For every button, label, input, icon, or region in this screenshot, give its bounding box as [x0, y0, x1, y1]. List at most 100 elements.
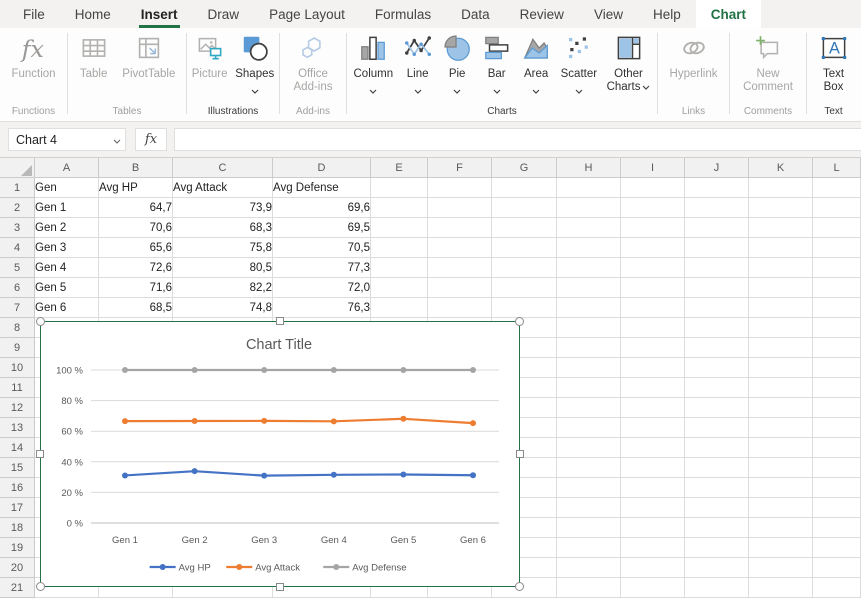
column-header-I[interactable]: I — [621, 158, 685, 178]
cell-I7[interactable] — [621, 298, 685, 318]
data-point-marker[interactable] — [400, 416, 406, 422]
cell-H15[interactable] — [557, 458, 621, 478]
tab-draw[interactable]: Draw — [193, 0, 255, 28]
cell-A2[interactable]: Gen 1 — [35, 198, 99, 218]
cell-I6[interactable] — [621, 278, 685, 298]
cell-G4[interactable] — [492, 238, 557, 258]
cell-K4[interactable] — [749, 238, 813, 258]
cell-F4[interactable] — [428, 238, 492, 258]
tab-view[interactable]: View — [579, 0, 638, 28]
cell-I2[interactable] — [621, 198, 685, 218]
row-header-10[interactable]: 10 — [0, 358, 35, 378]
row-header-3[interactable]: 3 — [0, 218, 35, 238]
cell-L3[interactable] — [813, 218, 861, 238]
column-header-E[interactable]: E — [371, 158, 428, 178]
data-point-marker[interactable] — [331, 472, 337, 478]
cell-J8[interactable] — [685, 318, 749, 338]
data-point-marker[interactable] — [122, 367, 128, 373]
cell-D1[interactable]: Avg Defense — [273, 178, 371, 198]
cell-H7[interactable] — [557, 298, 621, 318]
cell-L18[interactable] — [813, 518, 861, 538]
cell-L4[interactable] — [813, 238, 861, 258]
cell-K2[interactable] — [749, 198, 813, 218]
cell-I16[interactable] — [621, 478, 685, 498]
cell-I10[interactable] — [621, 358, 685, 378]
cell-L12[interactable] — [813, 398, 861, 418]
cell-C2[interactable]: 73,9 — [173, 198, 273, 218]
row-header-5[interactable]: 5 — [0, 258, 35, 278]
cell-L20[interactable] — [813, 558, 861, 578]
cell-E3[interactable] — [371, 218, 428, 238]
cell-G2[interactable] — [492, 198, 557, 218]
cell-E4[interactable] — [371, 238, 428, 258]
chart-resize-handle-middle-right[interactable] — [516, 450, 524, 458]
column-header-H[interactable]: H — [557, 158, 621, 178]
column-header-A[interactable]: A — [35, 158, 99, 178]
other-charts-button[interactable]: OtherCharts — [604, 32, 654, 95]
cell-H20[interactable] — [557, 558, 621, 578]
row-header-19[interactable]: 19 — [0, 538, 35, 558]
cell-K16[interactable] — [749, 478, 813, 498]
cell-A6[interactable]: Gen 5 — [35, 278, 99, 298]
cell-L8[interactable] — [813, 318, 861, 338]
cell-H10[interactable] — [557, 358, 621, 378]
column-header-F[interactable]: F — [428, 158, 492, 178]
cell-D4[interactable]: 70,5 — [273, 238, 371, 258]
cell-A4[interactable]: Gen 3 — [35, 238, 99, 258]
cell-H6[interactable] — [557, 278, 621, 298]
data-point-marker[interactable] — [261, 418, 267, 424]
cell-I3[interactable] — [621, 218, 685, 238]
cell-J11[interactable] — [685, 378, 749, 398]
cell-J3[interactable] — [685, 218, 749, 238]
cell-L15[interactable] — [813, 458, 861, 478]
cell-H1[interactable] — [557, 178, 621, 198]
column-header-C[interactable]: C — [173, 158, 273, 178]
column-header-B[interactable]: B — [99, 158, 173, 178]
cell-I4[interactable] — [621, 238, 685, 258]
cell-B6[interactable]: 71,6 — [99, 278, 173, 298]
cell-H11[interactable] — [557, 378, 621, 398]
cell-D7[interactable]: 76,3 — [273, 298, 371, 318]
cell-I15[interactable] — [621, 458, 685, 478]
cell-J19[interactable] — [685, 538, 749, 558]
select-all-corner[interactable] — [0, 158, 35, 178]
cell-C3[interactable]: 68,3 — [173, 218, 273, 238]
data-point-marker[interactable] — [192, 418, 198, 424]
cell-A5[interactable]: Gen 4 — [35, 258, 99, 278]
cell-K13[interactable] — [749, 418, 813, 438]
cell-J18[interactable] — [685, 518, 749, 538]
line-button[interactable]: Line — [400, 32, 436, 100]
cell-K14[interactable] — [749, 438, 813, 458]
chart-title[interactable]: Chart Title — [246, 337, 312, 353]
data-point-marker[interactable] — [122, 472, 128, 478]
row-header-21[interactable]: 21 — [0, 578, 35, 598]
cell-K1[interactable] — [749, 178, 813, 198]
row-header-2[interactable]: 2 — [0, 198, 35, 218]
tab-page-layout[interactable]: Page Layout — [254, 0, 360, 28]
tab-insert[interactable]: Insert — [126, 0, 193, 28]
column-header-K[interactable]: K — [749, 158, 813, 178]
cell-H4[interactable] — [557, 238, 621, 258]
cell-K11[interactable] — [749, 378, 813, 398]
cell-I12[interactable] — [621, 398, 685, 418]
cell-A7[interactable]: Gen 6 — [35, 298, 99, 318]
row-header-17[interactable]: 17 — [0, 498, 35, 518]
cell-I20[interactable] — [621, 558, 685, 578]
cell-J4[interactable] — [685, 238, 749, 258]
area-button[interactable]: Area — [518, 32, 554, 100]
cell-H12[interactable] — [557, 398, 621, 418]
cell-E1[interactable] — [371, 178, 428, 198]
cell-I1[interactable] — [621, 178, 685, 198]
column-button[interactable]: Column — [351, 32, 397, 100]
cell-G7[interactable] — [492, 298, 557, 318]
cell-B5[interactable]: 72,6 — [99, 258, 173, 278]
cell-J10[interactable] — [685, 358, 749, 378]
cell-L2[interactable] — [813, 198, 861, 218]
cell-K5[interactable] — [749, 258, 813, 278]
cell-F7[interactable] — [428, 298, 492, 318]
cell-J13[interactable] — [685, 418, 749, 438]
pie-button[interactable]: Pie — [439, 32, 475, 100]
cell-I19[interactable] — [621, 538, 685, 558]
cell-G5[interactable] — [492, 258, 557, 278]
row-header-9[interactable]: 9 — [0, 338, 35, 358]
